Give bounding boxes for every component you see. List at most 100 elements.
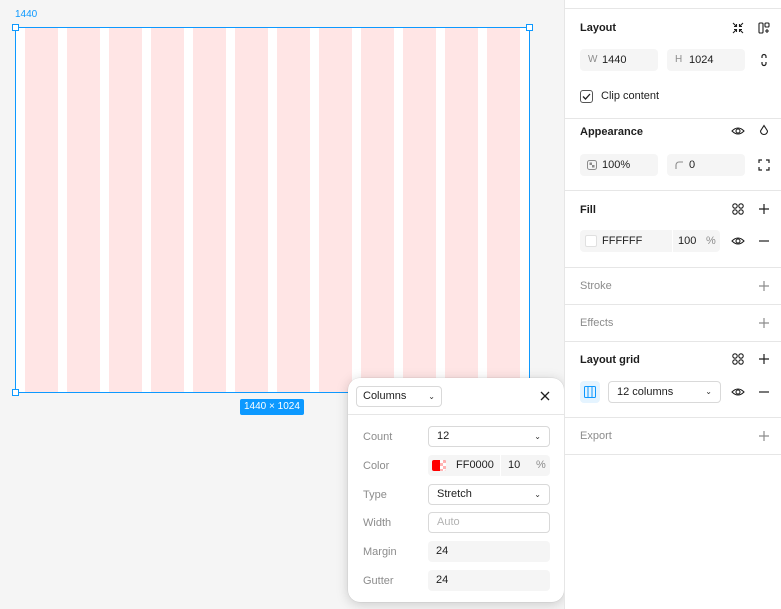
height-input[interactable]: H 1024 <box>667 49 745 71</box>
add-stroke-icon[interactable] <box>757 279 771 293</box>
count-value: 12 <box>437 430 450 442</box>
fill-section: Fill FFFFFF 100 % <box>565 191 781 268</box>
width-input[interactable]: W 1440 <box>580 49 658 71</box>
fill-title: Fill <box>580 204 596 216</box>
grid-column <box>109 28 142 392</box>
grid-column <box>193 28 226 392</box>
add-export-icon[interactable] <box>757 429 771 443</box>
gutter-value: 24 <box>436 574 449 586</box>
eye-icon[interactable] <box>731 385 745 399</box>
opacity-value: 100% <box>602 159 631 171</box>
appearance-section: Appearance 100% 0 <box>565 119 781 191</box>
styles-icon[interactable] <box>731 202 745 216</box>
corner-radius-value: 0 <box>689 159 696 171</box>
height-prefix: H <box>675 54 683 65</box>
selected-frame[interactable] <box>15 27 530 393</box>
design-canvas[interactable]: 1440 1440 × 1024 Columns ⌄ Count 12 ⌄ Co… <box>0 0 564 609</box>
collapse-icon[interactable] <box>731 21 745 35</box>
auto-layout-icon[interactable] <box>757 21 771 35</box>
resize-handle-top-left[interactable] <box>12 24 19 31</box>
grid-type-select[interactable]: Columns ⌄ <box>356 386 442 407</box>
clip-content-checkbox[interactable] <box>580 90 593 103</box>
grid-column <box>235 28 268 392</box>
column-width-input[interactable]: Auto <box>428 512 550 533</box>
frame-name-label[interactable]: 1440 <box>15 9 37 20</box>
corner-radius-icon <box>675 161 683 169</box>
independent-corners-icon[interactable] <box>757 158 771 172</box>
fill-color-swatch[interactable] <box>585 235 597 247</box>
remove-fill-icon[interactable] <box>757 234 771 248</box>
columns-grid-icon <box>584 386 596 398</box>
grid-alignment-select[interactable]: Stretch ⌄ <box>428 484 550 505</box>
checkmark-icon <box>582 93 591 100</box>
grid-column <box>487 28 520 392</box>
fill-opacity-value[interactable]: 100 <box>678 230 696 252</box>
margin-value: 24 <box>436 545 449 557</box>
grid-settings-button[interactable] <box>580 381 600 403</box>
chevron-down-icon: ⌄ <box>705 387 712 396</box>
grid-color-hex[interactable]: FF0000 <box>456 455 494 476</box>
chevron-down-icon: ⌄ <box>428 392 435 401</box>
export-title: Export <box>580 430 612 442</box>
opacity-icon <box>587 160 597 170</box>
stroke-title: Stroke <box>580 280 612 292</box>
grid-column <box>361 28 394 392</box>
percent-sign: % <box>706 235 716 247</box>
grid-color-opacity[interactable]: 10 <box>508 455 520 476</box>
fill-hex-value[interactable]: FFFFFF <box>602 230 642 252</box>
stroke-section: Stroke <box>565 268 781 305</box>
grid-color-field: FF0000 10 % <box>428 455 550 476</box>
color-swatch[interactable] <box>432 460 446 471</box>
export-section: Export <box>565 418 781 455</box>
add-layout-grid-icon[interactable] <box>757 352 771 366</box>
grid-column <box>403 28 436 392</box>
chevron-down-icon: ⌄ <box>534 490 541 499</box>
grid-column <box>277 28 310 392</box>
layout-section: Layout W 1440 H 1024 Clip content <box>565 8 781 119</box>
clip-content-label[interactable]: Clip content <box>601 90 659 102</box>
resize-handle-top-right[interactable] <box>526 24 533 31</box>
percent-sign: % <box>536 459 546 471</box>
grid-column <box>151 28 184 392</box>
layout-grid-value: 12 columns <box>617 386 674 398</box>
effects-title: Effects <box>580 317 614 329</box>
width-prefix: W <box>588 54 598 65</box>
margin-input[interactable]: 24 <box>428 541 550 562</box>
fill-color-field[interactable]: FFFFFF 100 % <box>580 230 720 252</box>
constrain-proportions-icon[interactable] <box>757 53 771 67</box>
properties-panel: Layout W 1440 H 1024 Clip content Appear <box>564 0 781 609</box>
width-label: Width <box>363 517 392 529</box>
chevron-down-icon: ⌄ <box>534 432 541 441</box>
layout-grid-select[interactable]: 12 columns ⌄ <box>608 381 721 403</box>
blend-mode-icon[interactable] <box>757 124 771 138</box>
eye-icon[interactable] <box>731 234 745 248</box>
resize-handle-bottom-left[interactable] <box>12 389 19 396</box>
count-select[interactable]: 12 ⌄ <box>428 426 550 447</box>
gutter-input[interactable]: 24 <box>428 570 550 591</box>
close-icon[interactable] <box>538 389 552 403</box>
styles-icon[interactable] <box>731 352 745 366</box>
appearance-title: Appearance <box>580 126 643 138</box>
type-label: Type <box>363 489 387 501</box>
layout-title: Layout <box>580 22 617 34</box>
height-value: 1024 <box>689 54 714 66</box>
opacity-input[interactable]: 100% <box>580 154 658 176</box>
popover-header: Columns ⌄ <box>348 378 564 415</box>
remove-layout-grid-icon[interactable] <box>757 385 771 399</box>
column-width-placeholder: Auto <box>437 516 460 528</box>
corner-radius-input[interactable]: 0 <box>667 154 745 176</box>
add-effect-icon[interactable] <box>757 316 771 330</box>
add-fill-icon[interactable] <box>757 202 771 216</box>
grid-column <box>25 28 58 392</box>
gutter-label: Gutter <box>363 575 394 587</box>
layout-grid-title: Layout grid <box>580 354 640 366</box>
grid-column <box>67 28 100 392</box>
width-value: 1440 <box>602 54 627 66</box>
color-label: Color <box>363 460 390 472</box>
effects-section: Effects <box>565 305 781 342</box>
frame-size-badge: 1440 × 1024 <box>240 399 304 415</box>
grid-column <box>319 28 352 392</box>
grid-column <box>445 28 478 392</box>
grid-type-value: Columns <box>363 390 407 402</box>
eye-icon[interactable] <box>731 124 745 138</box>
